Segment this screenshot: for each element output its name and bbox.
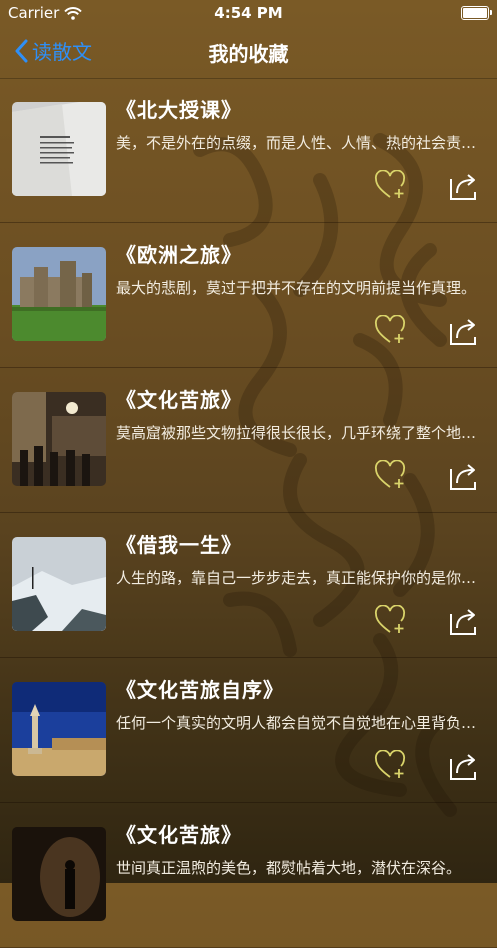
item-title: 《文化苦旅》 <box>116 388 242 412</box>
list-item[interactable]: 《北大授课》 美，不是外在的点缀，而是人性、人情、热的社会责任感。 <box>0 78 497 223</box>
status-time: 4:54 PM <box>214 4 283 22</box>
item-excerpt: 最大的悲剧，莫过于把并不存在的文明前提当作真理。 <box>116 279 477 297</box>
item-title: 《文化苦旅》 <box>116 823 242 847</box>
snowy-mountain-thumbnail <box>12 537 106 631</box>
share-icon[interactable] <box>448 461 478 491</box>
item-title: 《文化苦旅自序》 <box>116 678 284 702</box>
list-item[interactable]: 《文化苦旅》 世间真正温煦的美色，都熨帖着大地，潜伏在深谷。 <box>0 803 497 948</box>
item-excerpt: 世间真正温煦的美色，都熨帖着大地，潜伏在深谷。 <box>116 859 462 877</box>
heart-add-icon[interactable] <box>374 315 408 345</box>
item-excerpt: 人生的路，靠自己一步步走去，真正能保护你的是你自己。 <box>116 569 478 587</box>
share-icon[interactable] <box>448 171 478 201</box>
pagoda-thumbnail <box>12 682 106 776</box>
page-title: 我的收藏 <box>208 42 289 66</box>
heart-add-icon[interactable] <box>374 170 408 200</box>
share-icon[interactable] <box>448 316 478 346</box>
share-icon[interactable] <box>448 751 478 781</box>
list-item[interactable]: 《文化苦旅自序》 任何一个真实的文明人都会自觉不自觉地在心里背负着。 <box>0 658 497 803</box>
heart-add-icon[interactable] <box>374 460 408 490</box>
item-excerpt: 美，不是外在的点缀，而是人性、人情、热的社会责任感。 <box>116 134 478 152</box>
navigation-bar: 读散文 我的收藏 <box>0 26 497 79</box>
heart-add-icon[interactable] <box>374 605 408 635</box>
heart-add-icon[interactable] <box>374 750 408 780</box>
open-book-thumbnail <box>12 102 106 196</box>
item-excerpt: 莫高窟被那些文物拉得很长很长，几乎环绕了整个地球。 <box>116 424 478 442</box>
item-title: 《欧洲之旅》 <box>116 243 242 267</box>
cave-tourists-thumbnail <box>12 392 106 486</box>
item-excerpt: 任何一个真实的文明人都会自觉不自觉地在心里背负着。 <box>116 714 478 732</box>
list-item[interactable]: 《欧洲之旅》 最大的悲剧，莫过于把并不存在的文明前提当作真理。 <box>0 223 497 368</box>
item-title: 《借我一生》 <box>116 533 242 557</box>
battery-icon <box>461 6 492 20</box>
favorites-list: 《北大授课》 美，不是外在的点缀，而是人性、人情、热的社会责任感。 《欧洲之旅》… <box>0 78 497 948</box>
list-item[interactable]: 《文化苦旅》 莫高窟被那些文物拉得很长很长，几乎环绕了整个地球。 <box>0 368 497 513</box>
list-item[interactable]: 《借我一生》 人生的路，靠自己一步步走去，真正能保护你的是你自己。 <box>0 513 497 658</box>
castle-thumbnail <box>12 247 106 341</box>
status-bar: Carrier 4:54 PM <box>0 0 497 26</box>
share-icon[interactable] <box>448 606 478 636</box>
item-title: 《北大授课》 <box>116 98 242 122</box>
dark-figure-thumbnail <box>12 827 106 921</box>
